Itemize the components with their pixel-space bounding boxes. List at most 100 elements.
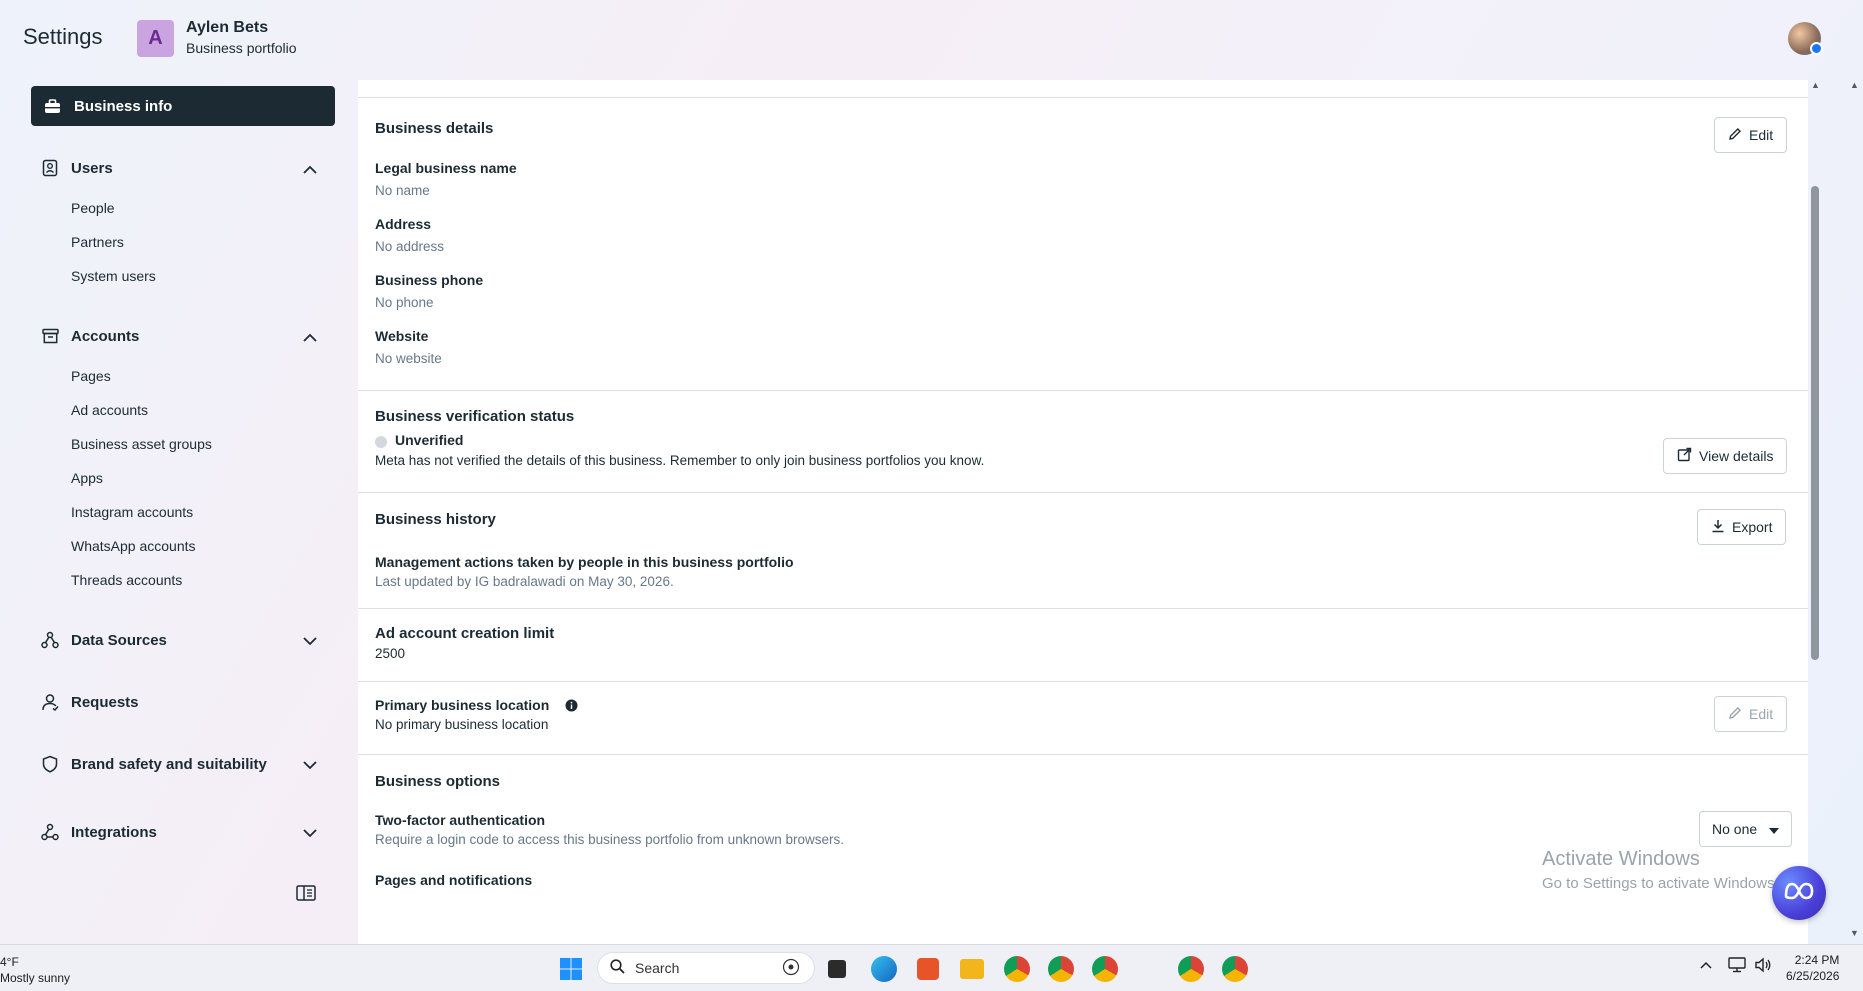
pages-notifications-label: Pages and notifications: [375, 872, 533, 888]
facebook-badge-icon: [1810, 42, 1823, 55]
two-factor-description: Require a login code to access this busi…: [375, 832, 844, 847]
scroll-up-icon[interactable]: ▲: [1850, 80, 1859, 90]
sidebar-section-data-sources[interactable]: Data Sources: [31, 624, 335, 656]
field-label: Business phone: [375, 272, 484, 288]
chevron-up-icon[interactable]: [303, 329, 317, 346]
chevron-down-icon[interactable]: [303, 633, 317, 650]
select-value: No one: [1712, 821, 1758, 837]
search-icon: [610, 959, 625, 977]
meta-ai-icon: [1783, 880, 1815, 907]
scrollbar-thumb[interactable]: [1811, 186, 1819, 660]
field-label: Website: [375, 328, 429, 344]
chevron-up-icon[interactable]: [1700, 957, 1712, 972]
sidebar-section-requests[interactable]: Requests: [31, 686, 335, 718]
sidebar-item-instagram-accounts[interactable]: Instagram accounts: [71, 504, 193, 520]
chevron-down-icon[interactable]: [303, 825, 317, 842]
edge-icon[interactable]: [871, 956, 897, 982]
chevron-up-icon[interactable]: [303, 161, 317, 178]
sidebar-section-label: Data Sources: [71, 631, 167, 649]
search-placeholder: Search: [635, 960, 680, 976]
sidebar-item-threads-accounts[interactable]: Threads accounts: [71, 572, 182, 588]
business-details-section: Business details Edit Legal business nam…: [358, 98, 1808, 391]
chrome-icon[interactable]: [1048, 956, 1074, 982]
chrome-icon[interactable]: [1178, 956, 1204, 982]
network-icon[interactable]: [1728, 957, 1746, 976]
sidebar-item-apps[interactable]: Apps: [71, 470, 103, 486]
activate-line2: Go to Settings to activate Windows.: [1542, 875, 1779, 892]
sidebar-section-label: Accounts: [71, 327, 140, 345]
sidebar-item-ad-accounts[interactable]: Ad accounts: [71, 402, 148, 418]
sidebar-section-label: Users: [71, 159, 113, 177]
sidebar-section-accounts[interactable]: Accounts: [31, 320, 335, 352]
info-icon[interactable]: [565, 699, 578, 717]
sidebar-section-integrations[interactable]: Integrations: [31, 816, 335, 848]
scroll-up-icon[interactable]: ▲: [1811, 80, 1820, 90]
two-factor-label: Two-factor authentication: [375, 812, 546, 828]
sidebar-item-pages[interactable]: Pages: [71, 368, 111, 384]
archive-icon: [41, 327, 59, 345]
badge-icon: [41, 159, 59, 177]
status-dot-icon: [375, 436, 387, 448]
file-explorer-icon[interactable]: [960, 959, 984, 979]
taskbar-search[interactable]: Search: [597, 952, 815, 984]
field-label: Legal business name: [375, 160, 517, 176]
app-window: Settings A Aylen Bets Business portfolio…: [0, 0, 1863, 944]
weather-temp: 4°F: [0, 955, 19, 969]
chrome-icon[interactable]: [1222, 956, 1248, 982]
chrome-icon[interactable]: [1092, 956, 1118, 982]
sidebar-section-label: Requests: [71, 693, 139, 711]
sidebar-item-label: Business info: [74, 97, 173, 115]
button-label: Export: [1732, 519, 1773, 535]
sidebar-section-label: Integrations: [71, 823, 157, 841]
sidebar-item-partners[interactable]: Partners: [71, 234, 124, 250]
scroll-down-icon[interactable]: ▼: [1850, 928, 1859, 938]
chevron-down-icon[interactable]: [303, 757, 317, 774]
sidebar-item-business-info[interactable]: Business info: [31, 86, 335, 126]
section-title: Ad account creation limit: [375, 625, 555, 642]
business-history-section: Business history Export Management actio…: [358, 493, 1808, 609]
location-value: No primary business location: [375, 717, 549, 732]
task-view-icon[interactable]: [828, 960, 846, 978]
field-label: Address: [375, 216, 432, 232]
sidebar-item-business-asset-groups[interactable]: Business asset groups: [71, 436, 212, 452]
history-updated: Last updated by IG badralawadi on May 30…: [375, 574, 674, 589]
content-scrollbar[interactable]: ▲: [1808, 80, 1822, 944]
sidebar-item-system-users[interactable]: System users: [71, 268, 156, 284]
sidebar-item-whatsapp-accounts[interactable]: WhatsApp accounts: [71, 538, 196, 554]
sidebar-section-users[interactable]: Users: [31, 152, 335, 184]
taskbar-clock[interactable]: 2:24 PM 6/25/2026: [1786, 952, 1839, 984]
weather-widget[interactable]: 4°F Mostly sunny: [0, 954, 70, 986]
location-section: Primary business location No primary bus…: [358, 682, 1808, 755]
clock-date: 6/25/2026: [1786, 969, 1840, 983]
collapse-sidebar-icon[interactable]: [296, 885, 316, 906]
sidebar-section-brand-safety[interactable]: Brand safety and suitability: [31, 748, 335, 780]
edit-details-button[interactable]: Edit: [1714, 117, 1788, 153]
pencil-icon: [1728, 706, 1742, 723]
portfolio-subtitle: Business portfolio: [186, 40, 297, 56]
window-scrollbar[interactable]: ▲ ▼: [1847, 0, 1863, 944]
meta-ai-button[interactable]: [1772, 866, 1826, 920]
export-button[interactable]: Export: [1697, 509, 1787, 545]
edit-location-button[interactable]: Edit: [1714, 696, 1788, 732]
anydesk-icon[interactable]: [917, 958, 939, 980]
data-sources-icon: [41, 631, 59, 649]
integrations-icon: [41, 823, 59, 841]
activate-line1: Activate Windows: [1542, 848, 1700, 870]
section-title: Business options: [375, 773, 501, 790]
two-factor-select[interactable]: No one: [1699, 811, 1793, 847]
shield-icon: [41, 755, 59, 773]
verification-description: Meta has not verified the details of thi…: [375, 453, 985, 468]
content-panel: Business details Edit Legal business nam…: [358, 80, 1808, 944]
chrome-icon[interactable]: [1004, 956, 1030, 982]
view-details-button[interactable]: View details: [1663, 438, 1788, 474]
ad-limit-section: Ad account creation limit 2500: [358, 609, 1808, 682]
volume-icon[interactable]: [1754, 957, 1772, 976]
field-value: No name: [375, 183, 430, 198]
divider: [358, 80, 1808, 98]
windows-start-icon[interactable]: [559, 957, 583, 986]
portfolio-name: Aylen Bets: [186, 19, 269, 36]
sidebar-item-people[interactable]: People: [71, 200, 115, 216]
button-label: Edit: [1749, 706, 1774, 722]
field-value: No phone: [375, 295, 434, 310]
portfolio-switcher[interactable]: A Aylen Bets Business portfolio: [137, 18, 297, 58]
